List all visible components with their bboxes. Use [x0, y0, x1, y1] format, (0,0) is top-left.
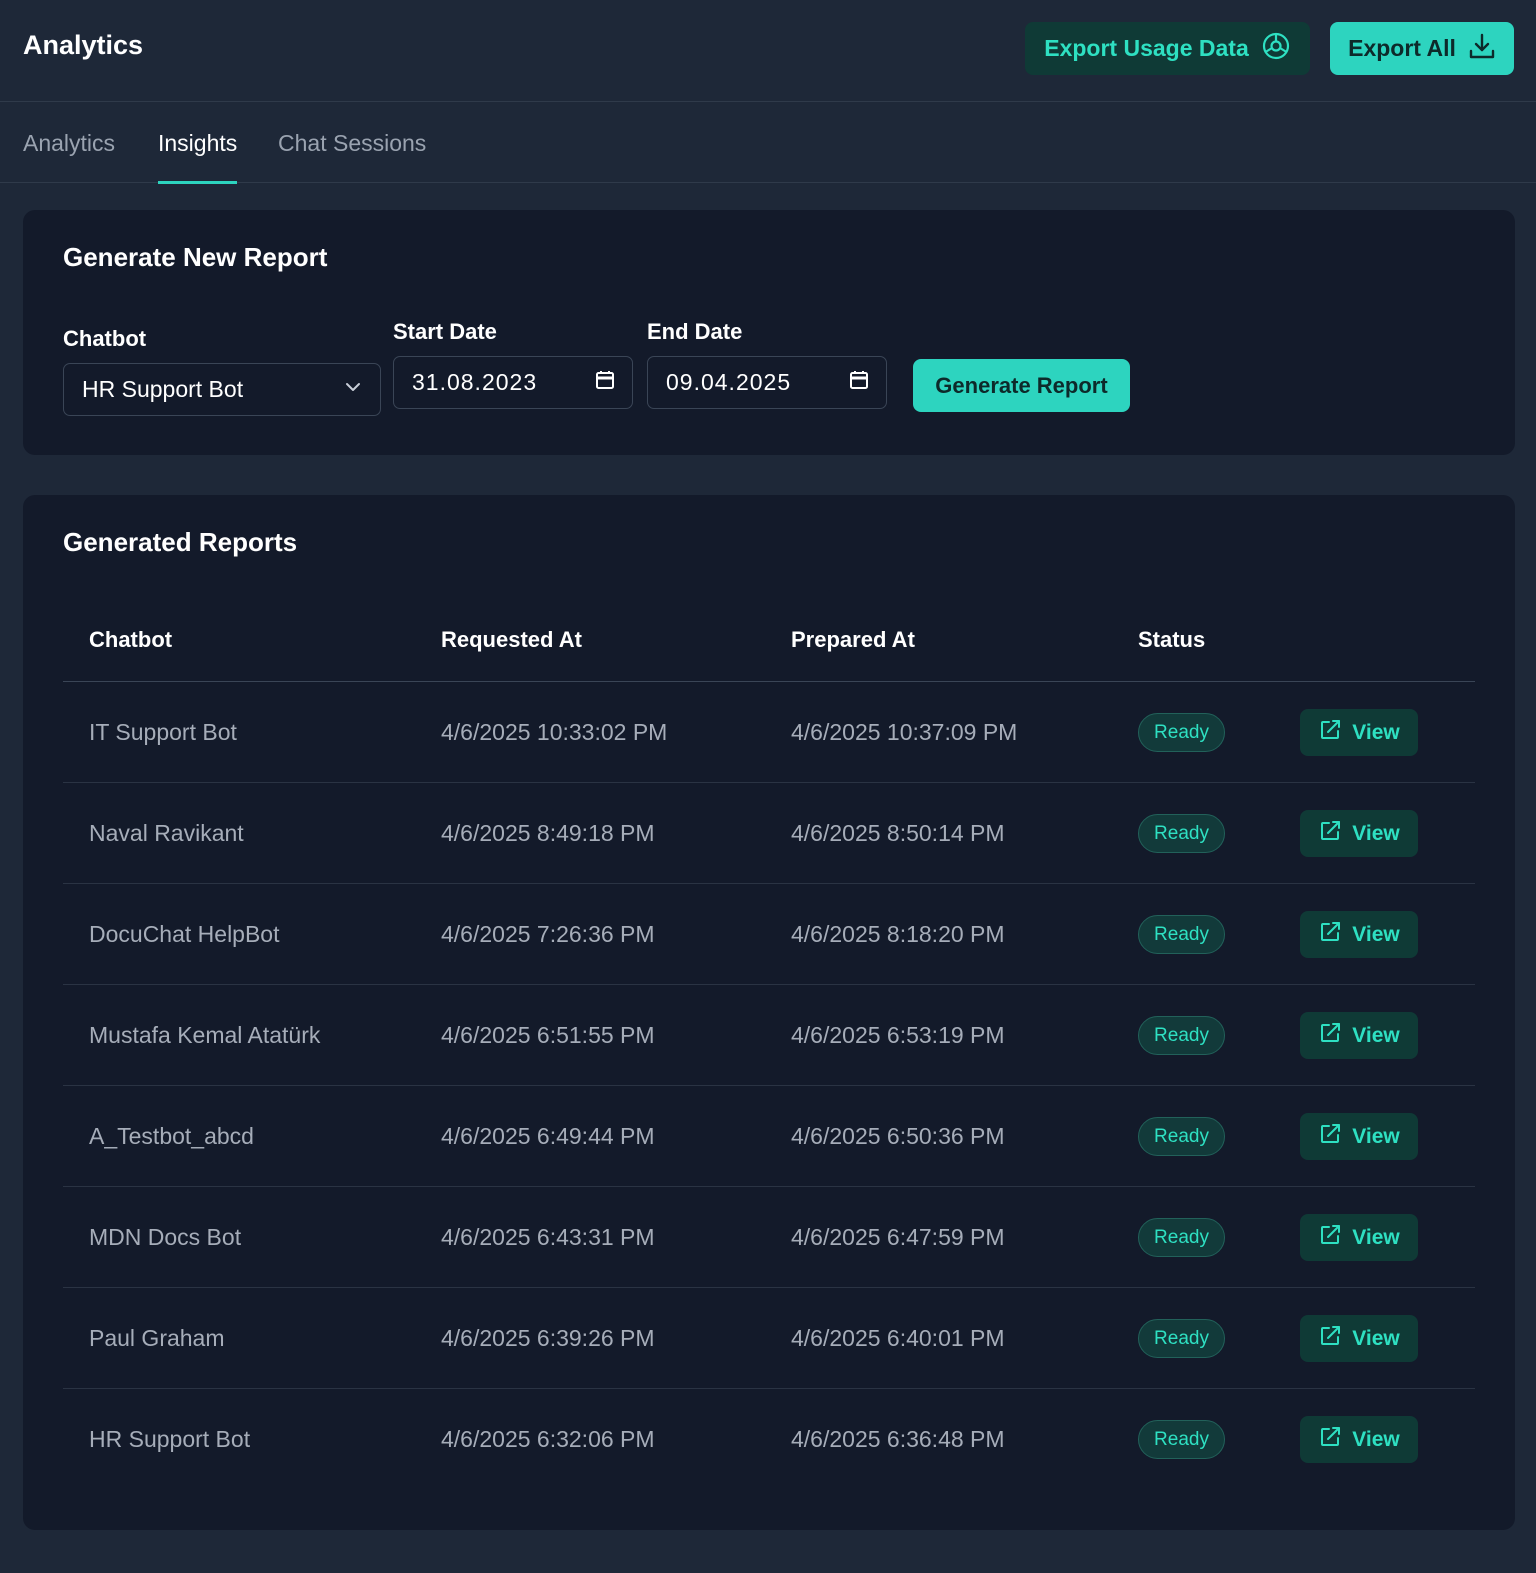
column-header-status: Status — [1138, 627, 1206, 652]
row-chatbot: HR Support Bot — [89, 1426, 251, 1452]
row-requested-at: 4/6/2025 7:26:36 PM — [441, 921, 655, 947]
view-report-button[interactable]: View — [1300, 1214, 1418, 1261]
start-date-label: Start Date — [393, 319, 497, 344]
generate-report-title: Generate New Report — [63, 242, 328, 272]
view-report-button[interactable]: View — [1300, 1012, 1418, 1059]
row-requested-at: 4/6/2025 6:39:26 PM — [441, 1325, 655, 1351]
view-label: View — [1352, 720, 1400, 744]
external-link-icon — [1318, 819, 1342, 849]
row-requested-at: 4/6/2025 6:32:06 PM — [441, 1426, 655, 1452]
view-label: View — [1352, 821, 1400, 845]
view-report-button[interactable]: View — [1300, 1416, 1418, 1463]
tab-analytics[interactable]: Analytics — [23, 130, 115, 181]
external-link-icon — [1318, 1122, 1342, 1152]
end-date-value: 09.04.2025 — [666, 369, 792, 395]
table-row: MDN Docs Bot 4/6/2025 6:43:31 PM 4/6/202… — [63, 1187, 1475, 1288]
export-all-button[interactable]: Export All — [1330, 22, 1514, 75]
view-label: View — [1352, 1427, 1400, 1451]
view-report-button[interactable]: View — [1300, 810, 1418, 857]
row-prepared-at: 4/6/2025 8:18:20 PM — [791, 921, 1005, 947]
chatbot-select-value: HR Support Bot — [82, 376, 244, 402]
row-prepared-at: 4/6/2025 6:40:01 PM — [791, 1325, 1005, 1351]
table-row: Paul Graham 4/6/2025 6:39:26 PM 4/6/2025… — [63, 1288, 1475, 1389]
table-row: Mustafa Kemal Atatürk 4/6/2025 6:51:55 P… — [63, 985, 1475, 1086]
tab-bar: Analytics Insights Chat Sessions — [0, 102, 1536, 184]
row-requested-at: 4/6/2025 6:51:55 PM — [441, 1022, 655, 1048]
status-badge: Ready — [1138, 713, 1225, 752]
end-date-label: End Date — [647, 319, 743, 344]
generate-report-card: Generate New Report Chatbot HR Support B… — [23, 210, 1515, 455]
external-link-icon — [1318, 920, 1342, 950]
view-label: View — [1352, 1225, 1400, 1249]
row-chatbot: IT Support Bot — [89, 719, 237, 745]
view-label: View — [1352, 1023, 1400, 1047]
view-report-button[interactable]: View — [1300, 709, 1418, 756]
status-badge: Ready — [1138, 1218, 1225, 1257]
row-requested-at: 4/6/2025 6:43:31 PM — [441, 1224, 655, 1250]
table-row: Naval Ravikant 4/6/2025 8:49:18 PM 4/6/2… — [63, 783, 1475, 884]
view-report-button[interactable]: View — [1300, 911, 1418, 958]
page-title: Analytics — [23, 30, 144, 60]
calendar-icon[interactable] — [848, 369, 870, 397]
tab-chat-sessions[interactable]: Chat Sessions — [278, 130, 426, 181]
row-chatbot: MDN Docs Bot — [89, 1224, 242, 1250]
end-date-input[interactable]: 09.04.2025 — [647, 356, 887, 409]
table-row: DocuChat HelpBot 4/6/2025 7:26:36 PM 4/6… — [63, 884, 1475, 985]
generated-reports-title: Generated Reports — [63, 527, 298, 557]
top-bar: Analytics Export Usage Data Export All — [0, 0, 1536, 102]
column-header-chatbot: Chatbot — [89, 627, 173, 652]
table-row: IT Support Bot 4/6/2025 10:33:02 PM 4/6/… — [63, 682, 1475, 783]
generated-reports-card: Generated Reports Chatbot Requested At P… — [23, 495, 1515, 1530]
view-report-button[interactable]: View — [1300, 1315, 1418, 1362]
external-link-icon — [1318, 718, 1342, 748]
view-label: View — [1352, 1124, 1400, 1148]
chevron-down-icon — [342, 376, 364, 404]
tab-insights[interactable]: Insights — [158, 130, 238, 184]
status-badge: Ready — [1138, 1016, 1225, 1055]
table-row: A_Testbot_abcd 4/6/2025 6:49:44 PM 4/6/2… — [63, 1086, 1475, 1187]
external-link-icon — [1318, 1021, 1342, 1051]
download-icon — [1468, 32, 1496, 66]
row-prepared-at: 4/6/2025 6:36:48 PM — [791, 1426, 1005, 1452]
row-prepared-at: 4/6/2025 6:50:36 PM — [791, 1123, 1005, 1149]
chart-pie-icon — [1261, 31, 1291, 67]
row-prepared-at: 4/6/2025 6:47:59 PM — [791, 1224, 1005, 1250]
row-prepared-at: 4/6/2025 10:37:09 PM — [791, 719, 1018, 745]
row-requested-at: 4/6/2025 8:49:18 PM — [441, 820, 655, 846]
export-all-label: Export All — [1348, 35, 1456, 61]
row-prepared-at: 4/6/2025 8:50:14 PM — [791, 820, 1005, 846]
chatbot-select[interactable]: HR Support Bot — [63, 363, 381, 416]
row-prepared-at: 4/6/2025 6:53:19 PM — [791, 1022, 1005, 1048]
row-requested-at: 4/6/2025 10:33:02 PM — [441, 719, 668, 745]
status-badge: Ready — [1138, 814, 1225, 853]
view-label: View — [1352, 1326, 1400, 1350]
start-date-value: 31.08.2023 — [412, 369, 538, 395]
column-header-prepared-at: Prepared At — [791, 627, 915, 652]
status-badge: Ready — [1138, 1117, 1225, 1156]
calendar-icon[interactable] — [594, 369, 616, 397]
export-usage-data-button[interactable]: Export Usage Data — [1025, 22, 1310, 75]
table-row: HR Support Bot 4/6/2025 6:32:06 PM 4/6/2… — [63, 1389, 1475, 1490]
status-badge: Ready — [1138, 1420, 1225, 1459]
row-chatbot: Naval Ravikant — [89, 820, 244, 846]
row-chatbot: DocuChat HelpBot — [89, 921, 280, 947]
row-requested-at: 4/6/2025 6:49:44 PM — [441, 1123, 655, 1149]
status-badge: Ready — [1138, 915, 1225, 954]
export-usage-label: Export Usage Data — [1044, 35, 1249, 61]
row-chatbot: A_Testbot_abcd — [89, 1123, 254, 1149]
view-report-button[interactable]: View — [1300, 1113, 1418, 1160]
external-link-icon — [1318, 1324, 1342, 1354]
column-header-requested-at: Requested At — [441, 627, 582, 652]
status-badge: Ready — [1138, 1319, 1225, 1358]
row-chatbot: Paul Graham — [89, 1325, 225, 1351]
external-link-icon — [1318, 1425, 1342, 1455]
generate-report-button[interactable]: Generate Report — [913, 359, 1130, 412]
row-chatbot: Mustafa Kemal Atatürk — [89, 1022, 321, 1048]
chatbot-label: Chatbot — [63, 326, 147, 351]
view-label: View — [1352, 922, 1400, 946]
external-link-icon — [1318, 1223, 1342, 1253]
start-date-input[interactable]: 31.08.2023 — [393, 356, 633, 409]
